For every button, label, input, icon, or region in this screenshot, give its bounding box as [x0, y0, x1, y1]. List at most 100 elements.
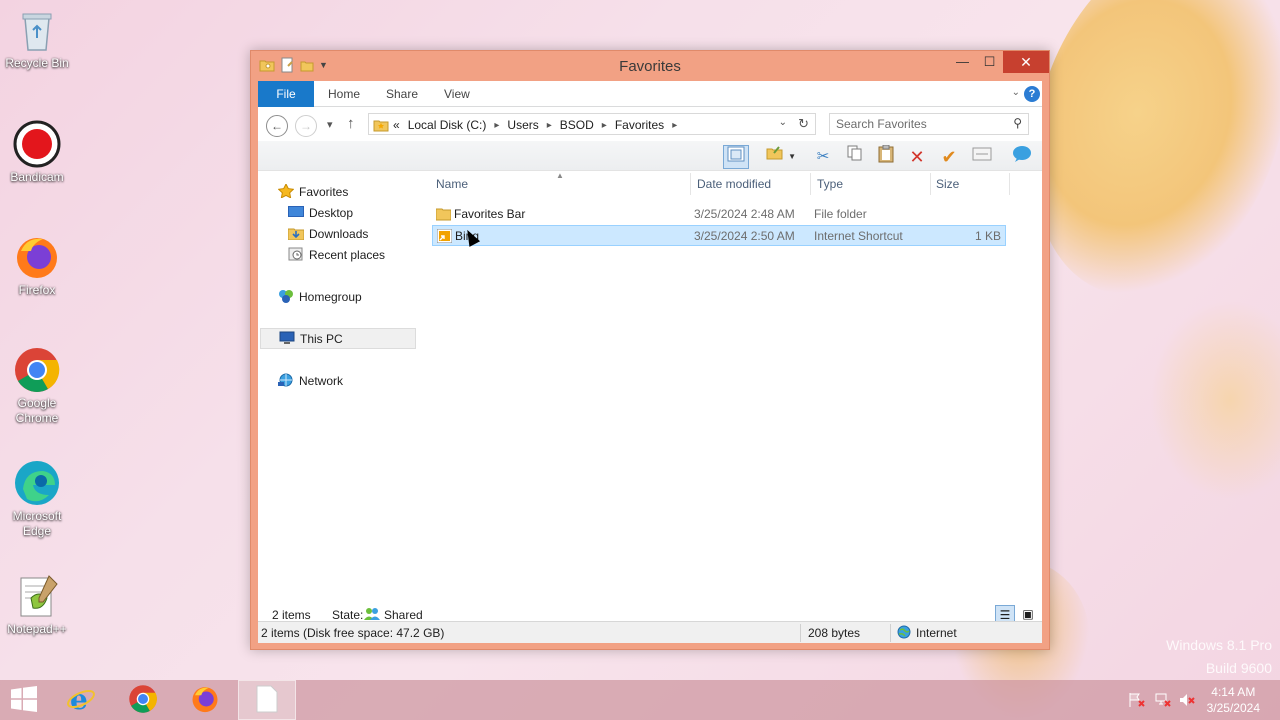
svg-text:e: e	[70, 684, 88, 714]
favorites-folder-icon	[373, 117, 389, 133]
address-bar[interactable]: « Local Disk (C:) ▸ Users ▸ BSOD ▸ Favor…	[368, 113, 816, 135]
action-center-flag-icon[interactable]	[1128, 692, 1146, 711]
feedback-button[interactable]	[1009, 145, 1035, 169]
taskbar-google-chrome[interactable]	[114, 680, 172, 720]
tab-view[interactable]: View	[430, 81, 484, 107]
taskbar-firefox[interactable]	[176, 680, 234, 720]
delete-x-icon: ✕	[909, 147, 925, 167]
title-bar[interactable]: ▼ Favorites — ☐ ✕	[251, 51, 1049, 81]
nav-item-favorites[interactable]: Favorites	[277, 182, 348, 203]
breadcrumb-overflow[interactable]: «	[393, 118, 400, 132]
desktop-icon	[288, 205, 304, 219]
nav-item-homegroup[interactable]: Homegroup	[278, 287, 362, 308]
nav-item-network[interactable]: Network	[278, 371, 343, 392]
forward-button[interactable]: →	[295, 115, 317, 137]
nav-item-recent-places[interactable]: Recent places	[288, 245, 385, 266]
refresh-icon[interactable]: ↻	[798, 116, 809, 132]
desktop-icon-recycle-bin[interactable]: Recycle Bin	[4, 6, 70, 71]
chevron-right-icon[interactable]: ▸	[494, 120, 499, 131]
recent-locations-chevron-icon[interactable]: ▾	[327, 118, 333, 131]
shared-users-icon	[364, 607, 380, 621]
breadcrumb-bsod[interactable]: BSOD	[560, 118, 594, 132]
folder-icon	[435, 207, 452, 221]
help-icon[interactable]: ?	[1024, 86, 1040, 102]
cut-button[interactable]: ✂	[810, 145, 836, 169]
explorer-body: File Home Share View ⌄ ? ← → ▾ ↑ « Local…	[258, 81, 1042, 643]
preview-pane-button[interactable]	[723, 145, 749, 169]
chevron-right-icon[interactable]: ▸	[547, 120, 552, 131]
network-status-icon[interactable]	[1154, 692, 1172, 711]
properties-button[interactable]	[969, 145, 995, 169]
state-label: State:	[332, 608, 364, 622]
minimize-button[interactable]: —	[949, 51, 976, 73]
close-button[interactable]: ✕	[1003, 51, 1049, 73]
blank-document-icon	[255, 685, 279, 716]
explorer-window: ▼ Favorites — ☐ ✕ File Home Share View ⌄…	[250, 50, 1050, 650]
nav-item-this-pc[interactable]: This PC	[260, 328, 416, 349]
delete-button[interactable]: ✕	[904, 145, 930, 169]
notepad-plus-plus-icon	[13, 572, 61, 620]
search-box[interactable]: ⚲	[829, 113, 1029, 135]
column-divider[interactable]	[1009, 173, 1010, 195]
column-divider[interactable]	[810, 173, 811, 195]
clock-time: 4:14 AM	[1211, 685, 1256, 699]
search-icon[interactable]: ⚲	[1013, 116, 1022, 130]
edge-icon	[13, 459, 61, 507]
maximize-button[interactable]: ☐	[976, 51, 1003, 73]
firefox-icon	[190, 684, 220, 717]
desktop-icon-microsoft-edge[interactable]: Microsoft Edge	[4, 459, 70, 539]
desktop-icon-notepad-plus-plus[interactable]: Notepad++	[4, 572, 70, 637]
file-date: 3/25/2024 2:50 AM	[694, 229, 795, 243]
file-size: 1 KB	[974, 229, 1001, 243]
column-divider[interactable]	[930, 173, 931, 195]
downloads-icon	[287, 226, 305, 241]
chevron-right-icon[interactable]: ▸	[602, 120, 607, 131]
large-icons-view-icon: ▣	[1022, 607, 1034, 621]
system-clock[interactable]: 4:14 AM 3/25/2024	[1207, 684, 1260, 716]
nav-item-label: Network	[299, 374, 344, 388]
start-button[interactable]	[0, 680, 48, 720]
nav-item-downloads[interactable]: Downloads	[287, 224, 368, 245]
column-header-size[interactable]: Size	[936, 177, 959, 191]
up-arrow-icon[interactable]: ↑	[347, 115, 355, 132]
internet-explorer-icon: e	[66, 683, 96, 717]
file-row-bing[interactable]: Bing 3/25/2024 2:50 AM Internet Shortcut…	[432, 225, 1006, 246]
taskbar-file-explorer[interactable]	[238, 680, 296, 720]
chevron-down-icon: ▼	[788, 152, 797, 161]
column-header-type[interactable]: Type	[817, 177, 843, 191]
rename-button[interactable]: ✔	[936, 145, 962, 169]
desktop-icon-label: Notepad++	[7, 622, 67, 636]
chevron-right-icon[interactable]: ▸	[672, 120, 677, 131]
security-zone: Internet	[916, 626, 957, 640]
column-header-name[interactable]: Name	[436, 177, 468, 191]
desktop-icon-bandicam[interactable]: Bandicam	[4, 120, 70, 185]
tab-share[interactable]: Share	[372, 81, 432, 107]
file-row-favorites-bar[interactable]: Favorites Bar 3/25/2024 2:48 AM File fol…	[432, 204, 1006, 225]
item-count: 2 items	[272, 608, 311, 622]
status-divider	[800, 624, 801, 642]
volume-muted-icon[interactable]	[1178, 692, 1196, 711]
back-button[interactable]: ←	[266, 115, 288, 137]
address-history-chevron-icon[interactable]: ⌄	[779, 117, 787, 128]
taskbar-internet-explorer[interactable]: e	[52, 680, 110, 720]
desktop-icon-label: Firefox	[18, 283, 56, 297]
tab-home[interactable]: Home	[314, 81, 374, 107]
search-input[interactable]	[830, 114, 1000, 134]
copy-button[interactable]	[842, 145, 868, 169]
expand-ribbon-icon[interactable]: ⌄	[1012, 87, 1020, 98]
sort-caret-icon: ▲	[556, 171, 564, 180]
desktop-icon-google-chrome[interactable]: Google Chrome	[4, 346, 70, 426]
breadcrumb-favorites[interactable]: Favorites	[615, 118, 664, 132]
tab-file[interactable]: File	[258, 81, 314, 107]
network-icon	[278, 373, 294, 387]
desktop-icon-firefox[interactable]: Firefox	[4, 233, 70, 298]
column-divider[interactable]	[690, 173, 691, 195]
column-header-date-modified[interactable]: Date modified	[697, 177, 771, 191]
breadcrumb-local-disk[interactable]: Local Disk (C:)	[408, 118, 487, 132]
chrome-icon	[128, 684, 158, 717]
nav-item-desktop[interactable]: Desktop	[288, 203, 353, 224]
paste-button[interactable]	[873, 144, 899, 169]
breadcrumb-users[interactable]: Users	[507, 118, 538, 132]
folder-properties-icon	[766, 146, 784, 165]
organize-button[interactable]: ▼	[763, 145, 799, 169]
